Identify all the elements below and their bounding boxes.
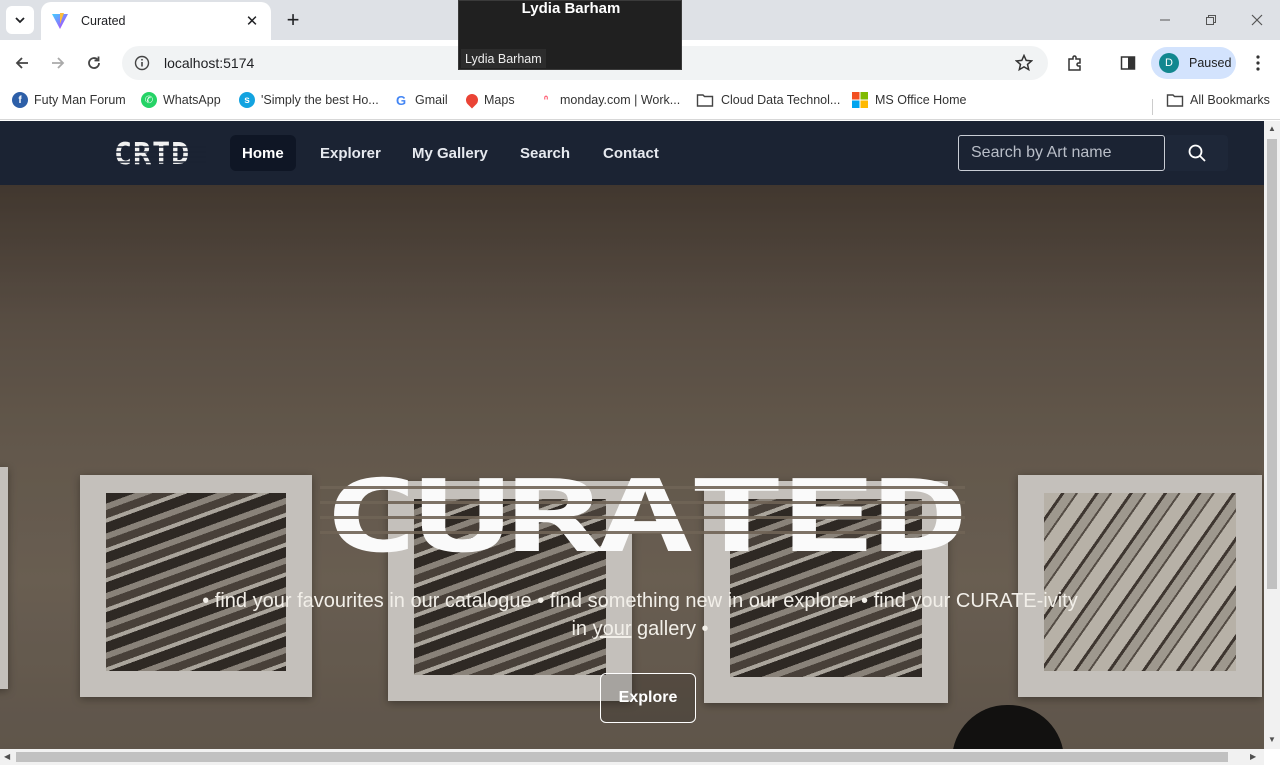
new-tab-button[interactable]: +	[280, 7, 306, 33]
site-logo-text: CRTD	[114, 137, 190, 171]
whatsapp-icon: ✆	[141, 92, 157, 108]
browser-tab-active[interactable]: Curated ✕	[41, 2, 271, 40]
extensions-button[interactable]	[1061, 50, 1089, 76]
site-info-icon[interactable]	[134, 55, 150, 71]
bookmark-cloud-data[interactable]: Cloud Data Technol...	[696, 91, 840, 109]
tooltip-subtitle: Lydia Barham	[461, 49, 546, 68]
bookmark-label: Maps	[484, 93, 515, 107]
arrow-left-icon	[15, 57, 28, 69]
bookmark-label: Futy Man Forum	[34, 93, 126, 107]
forward-button[interactable]	[44, 50, 72, 76]
minimize-icon	[1160, 19, 1170, 21]
horizontal-scroll-thumb[interactable]	[16, 752, 1228, 762]
horizontal-scrollbar[interactable]: ◀ ▶	[0, 749, 1264, 765]
scroll-up-icon[interactable]: ▲	[1268, 124, 1276, 133]
close-icon	[1251, 14, 1263, 26]
side-panel-icon	[1120, 56, 1136, 70]
reload-button[interactable]	[80, 50, 108, 76]
minimize-button[interactable]	[1142, 0, 1188, 40]
hero-section: CURATED • find your favourites in our ca…	[0, 185, 1264, 749]
maps-icon	[463, 91, 481, 109]
search-input[interactable]	[971, 144, 1164, 162]
search-box[interactable]	[958, 135, 1165, 171]
vertical-scroll-thumb[interactable]	[1267, 139, 1277, 589]
side-panel-button[interactable]	[1114, 50, 1142, 76]
arrow-right-icon	[52, 57, 65, 69]
tagline-end: gallery •	[631, 618, 709, 640]
chevron-down-icon	[15, 17, 25, 24]
ms-office-icon	[852, 92, 868, 108]
folder-icon	[696, 94, 714, 107]
avatar: D	[1159, 53, 1179, 73]
nav-home[interactable]: Home	[230, 135, 296, 171]
bookmark-label: 'Simply the best Ho...	[261, 93, 379, 107]
bookmark-label: MS Office Home	[875, 93, 967, 107]
tooltip-name: Lydia Barham	[521, 0, 621, 17]
site-icon: s	[239, 92, 255, 108]
all-bookmarks[interactable]: All Bookmarks	[1166, 91, 1270, 109]
profile-status: Paused	[1189, 56, 1232, 70]
bookmark-maps[interactable]: Maps	[463, 91, 515, 109]
reload-icon	[88, 56, 100, 69]
folder-icon	[1166, 94, 1184, 107]
page-viewport: CRTD Home Explorer My Gallery Search Con…	[0, 121, 1264, 749]
hero-title: CURATED	[320, 473, 965, 557]
nav-contact[interactable]: Contact	[591, 135, 671, 171]
star-icon	[1015, 54, 1033, 72]
restore-icon	[1206, 15, 1216, 25]
profile-button[interactable]: D Paused	[1151, 47, 1236, 79]
bookmark-gmail[interactable]: G Gmail	[393, 91, 448, 109]
nav-explorer[interactable]: Explorer	[308, 135, 393, 171]
restore-button[interactable]	[1188, 0, 1234, 40]
bookmark-label: WhatsApp	[163, 93, 221, 107]
bookmark-simply-the-best[interactable]: s 'Simply the best Ho...	[239, 91, 379, 109]
bookmark-ms-office[interactable]: MS Office Home	[852, 91, 966, 109]
bookmark-label: Gmail	[415, 93, 448, 107]
search-icon	[1188, 144, 1206, 162]
hover-tooltip: Lydia Barham Lydia Barham	[458, 0, 682, 70]
site-navbar: CRTD Home Explorer My Gallery Search Con…	[0, 121, 1264, 185]
scroll-right-icon[interactable]: ▶	[1250, 752, 1256, 761]
browser-menu-button[interactable]	[1244, 50, 1272, 76]
site-logo[interactable]: CRTD	[114, 135, 206, 171]
back-button[interactable]	[8, 50, 36, 76]
monday-icon: ᐢ	[538, 92, 554, 108]
url-text[interactable]: localhost:5174	[164, 55, 254, 71]
google-icon: G	[393, 92, 409, 108]
hero-title-text: CURATED	[322, 473, 962, 557]
scroll-left-icon[interactable]: ◀	[4, 752, 10, 761]
tagline-emphasis: your	[592, 618, 632, 640]
bookmark-futy-man-forum[interactable]: f Futy Man Forum	[12, 91, 126, 109]
more-vert-icon	[1256, 55, 1260, 71]
close-tab-icon[interactable]: ✕	[243, 12, 261, 30]
bookmark-star-button[interactable]	[1010, 50, 1038, 76]
search-button[interactable]	[1166, 135, 1228, 171]
tab-title: Curated	[81, 14, 126, 28]
hero-tagline: • find your favourites in our catalogue …	[200, 587, 1080, 643]
nav-search[interactable]: Search	[508, 135, 582, 171]
nav-my-gallery[interactable]: My Gallery	[400, 135, 500, 171]
hero-overlay	[0, 185, 1264, 749]
vite-icon	[52, 13, 68, 29]
bookmark-label: Cloud Data Technol...	[721, 93, 841, 107]
bookmark-whatsapp[interactable]: ✆ WhatsApp	[141, 91, 221, 109]
bookmark-label: monday.com | Work...	[560, 93, 681, 107]
vertical-scrollbar[interactable]: ▲ ▼	[1264, 121, 1280, 749]
close-window-button[interactable]	[1234, 0, 1280, 40]
bookmark-monday[interactable]: ᐢ monday.com | Work...	[538, 91, 680, 109]
tab-search-button[interactable]	[6, 6, 34, 34]
all-bookmarks-label: All Bookmarks	[1190, 93, 1270, 107]
puzzle-icon	[1068, 55, 1081, 71]
explore-button[interactable]: Explore	[600, 673, 696, 723]
scroll-down-icon[interactable]: ▼	[1268, 735, 1276, 744]
bookmarks-divider	[1152, 99, 1153, 115]
futy-icon: f	[12, 92, 28, 108]
